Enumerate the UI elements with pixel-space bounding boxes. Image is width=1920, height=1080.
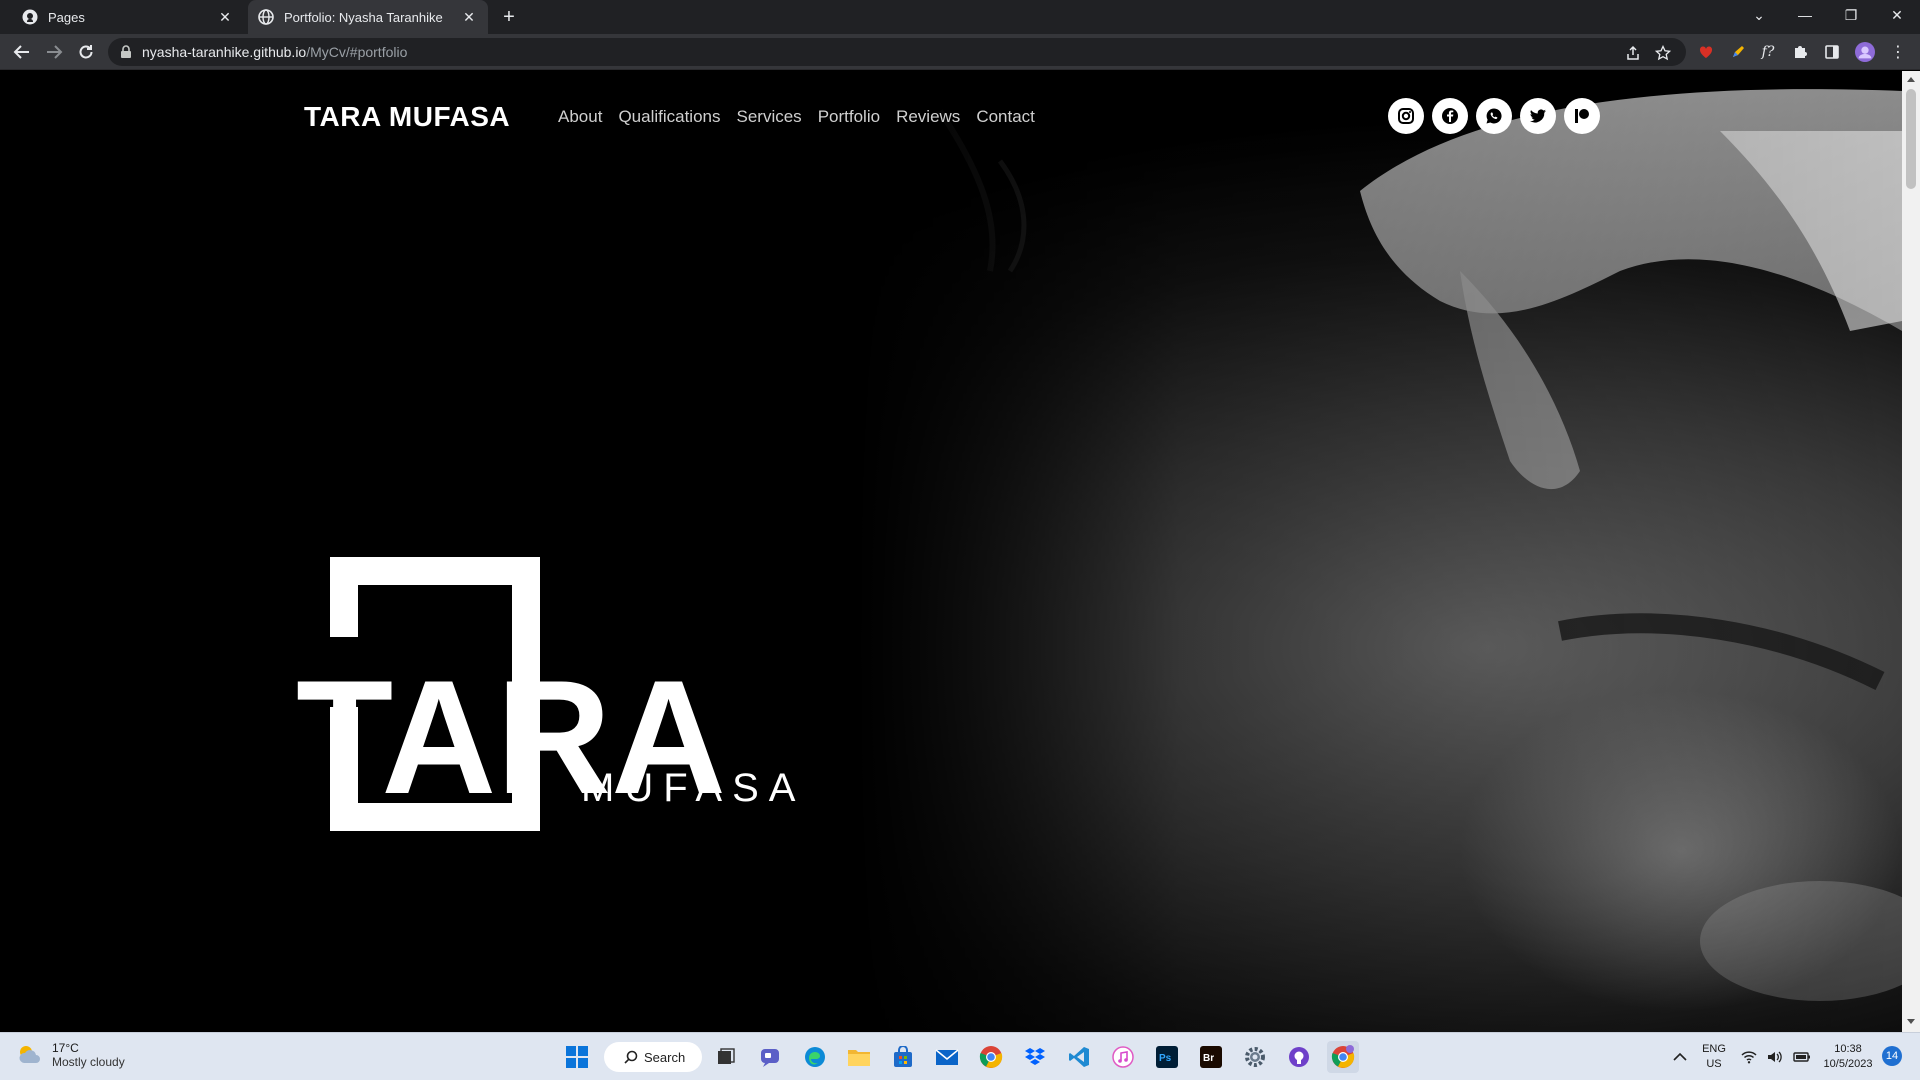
- windows-taskbar: 17°C Mostly cloudy Search Ps Br ENG US 1…: [0, 1032, 1920, 1080]
- github-icon: [22, 9, 38, 25]
- browser-toolbar: nyasha-taranhike.github.io/MyCv/#portfol…: [0, 34, 1920, 70]
- svg-text:Br: Br: [1203, 1053, 1214, 1064]
- patreon-icon[interactable]: [1564, 98, 1600, 134]
- clock[interactable]: 10:38 10/5/2023: [1816, 1042, 1880, 1072]
- itunes-icon[interactable]: [1107, 1041, 1139, 1073]
- facebook-icon[interactable]: [1432, 98, 1468, 134]
- new-tab-button[interactable]: +: [498, 6, 520, 28]
- extension-font-icon[interactable]: f?: [1758, 42, 1778, 62]
- nav-services[interactable]: Services: [737, 107, 802, 127]
- nav-qualifications[interactable]: Qualifications: [618, 107, 720, 127]
- region-code: US: [1706, 1058, 1722, 1070]
- reload-icon: [79, 45, 93, 59]
- edge-browser-icon[interactable]: [799, 1041, 831, 1073]
- search-icon: [624, 1050, 638, 1064]
- lock-icon: [121, 45, 131, 58]
- battery-icon: [1793, 1052, 1810, 1062]
- extensions-puzzle-icon[interactable]: [1790, 42, 1810, 62]
- page-viewport: TARA MUFASA About Qualifications Service…: [0, 71, 1902, 1032]
- back-arrow-icon: [13, 45, 29, 59]
- whatsapp-icon[interactable]: [1476, 98, 1512, 134]
- windows-start-icon[interactable]: [561, 1041, 593, 1073]
- forward-button[interactable]: [42, 40, 66, 64]
- system-tray-icons[interactable]: [1736, 1041, 1816, 1073]
- tab-search-icon[interactable]: ⌄: [1736, 0, 1782, 30]
- task-view-icon[interactable]: [710, 1041, 742, 1073]
- mail-icon[interactable]: [931, 1041, 963, 1073]
- hero-word-mufasa: MUFASA: [581, 766, 805, 810]
- url-path: /MyCv/#portfolio: [306, 44, 408, 60]
- lang-code: ENG: [1702, 1043, 1726, 1055]
- nav-portfolio[interactable]: Portfolio: [818, 107, 880, 127]
- main-nav: About Qualifications Services Portfolio …: [558, 107, 1035, 127]
- menu-dots-icon[interactable]: ⋮: [1888, 42, 1908, 62]
- vscode-icon[interactable]: [1063, 1041, 1095, 1073]
- profile-avatar[interactable]: [1855, 42, 1875, 62]
- instagram-icon[interactable]: [1388, 98, 1424, 134]
- show-hidden-icons-icon[interactable]: [1664, 1041, 1696, 1073]
- weather-temp: 17°C: [52, 1041, 79, 1055]
- side-panel-icon[interactable]: [1822, 42, 1842, 62]
- file-explorer-icon[interactable]: [843, 1041, 875, 1073]
- extension-pencil-icon[interactable]: [1728, 42, 1748, 62]
- wifi-icon: [1741, 1051, 1757, 1064]
- page-scrollbar[interactable]: [1902, 71, 1920, 1032]
- tab-strip: Pages ✕ Portfolio: Nyasha Taranhike ✕ + …: [0, 0, 1920, 34]
- url-text: nyasha-taranhike.github.io/MyCv/#portfol…: [142, 44, 407, 60]
- extension-red-icon[interactable]: [1696, 42, 1716, 62]
- tab-label: Pages: [48, 9, 85, 25]
- scroll-down-arrow-icon[interactable]: [1907, 1019, 1915, 1024]
- taskbar-search[interactable]: Search: [604, 1042, 702, 1072]
- hero-background-photo: [0, 71, 1902, 1032]
- back-button[interactable]: [10, 40, 34, 64]
- notification-badge[interactable]: 14: [1882, 1046, 1902, 1066]
- hero-logo: TARA MUFASA: [296, 557, 805, 831]
- site-logo[interactable]: TARA MUFASA: [304, 101, 510, 133]
- nav-contact[interactable]: Contact: [976, 107, 1035, 127]
- tab-portfolio[interactable]: Portfolio: Nyasha Taranhike ✕: [248, 0, 488, 34]
- close-tab-icon[interactable]: ✕: [214, 6, 236, 28]
- settings-gear-icon[interactable]: [1239, 1041, 1271, 1073]
- weather-widget[interactable]: 17°C Mostly cloudy: [16, 1041, 125, 1069]
- nav-reviews[interactable]: Reviews: [896, 107, 960, 127]
- svg-text:Ps: Ps: [1159, 1053, 1172, 1064]
- volume-icon: [1768, 1051, 1782, 1063]
- bookmark-star-icon[interactable]: [1654, 44, 1672, 62]
- minimize-button[interactable]: —: [1782, 0, 1828, 30]
- scroll-up-arrow-icon[interactable]: [1907, 77, 1915, 82]
- teams-chat-icon[interactable]: [754, 1041, 786, 1073]
- restore-button[interactable]: ❐: [1828, 0, 1874, 30]
- close-tab-icon[interactable]: ✕: [458, 6, 480, 28]
- url-host: nyasha-taranhike.github.io: [142, 44, 307, 60]
- chrome-icon[interactable]: [975, 1041, 1007, 1073]
- nav-about[interactable]: About: [558, 107, 602, 127]
- clock-date: 10/5/2023: [1823, 1058, 1873, 1070]
- reload-button[interactable]: [74, 40, 98, 64]
- cloudy-weather-icon: [19, 1046, 40, 1063]
- share-icon[interactable]: [1624, 44, 1642, 62]
- tab-pages[interactable]: Pages ✕: [12, 0, 244, 34]
- microsoft-store-icon[interactable]: [887, 1041, 919, 1073]
- forward-arrow-icon: [47, 45, 63, 59]
- bridge-icon[interactable]: Br: [1195, 1041, 1227, 1073]
- social-links: [1388, 98, 1600, 134]
- clock-time: 10:38: [1834, 1043, 1862, 1055]
- weather-desc: Mostly cloudy: [52, 1055, 125, 1069]
- scrollbar-thumb[interactable]: [1906, 89, 1916, 189]
- language-indicator[interactable]: ENG US: [1700, 1042, 1728, 1072]
- close-window-button[interactable]: ✕: [1874, 0, 1920, 30]
- photoshop-icon[interactable]: Ps: [1151, 1041, 1183, 1073]
- address-bar[interactable]: nyasha-taranhike.github.io/MyCv/#portfol…: [108, 38, 1686, 66]
- twitter-icon[interactable]: [1520, 98, 1556, 134]
- github-desktop-icon[interactable]: [1283, 1041, 1315, 1073]
- dropbox-icon[interactable]: [1019, 1041, 1051, 1073]
- chrome-active-icon[interactable]: [1327, 1041, 1359, 1073]
- tab-label: Portfolio: Nyasha Taranhike: [284, 9, 443, 25]
- globe-icon: [258, 9, 274, 25]
- search-label: Search: [644, 1049, 686, 1065]
